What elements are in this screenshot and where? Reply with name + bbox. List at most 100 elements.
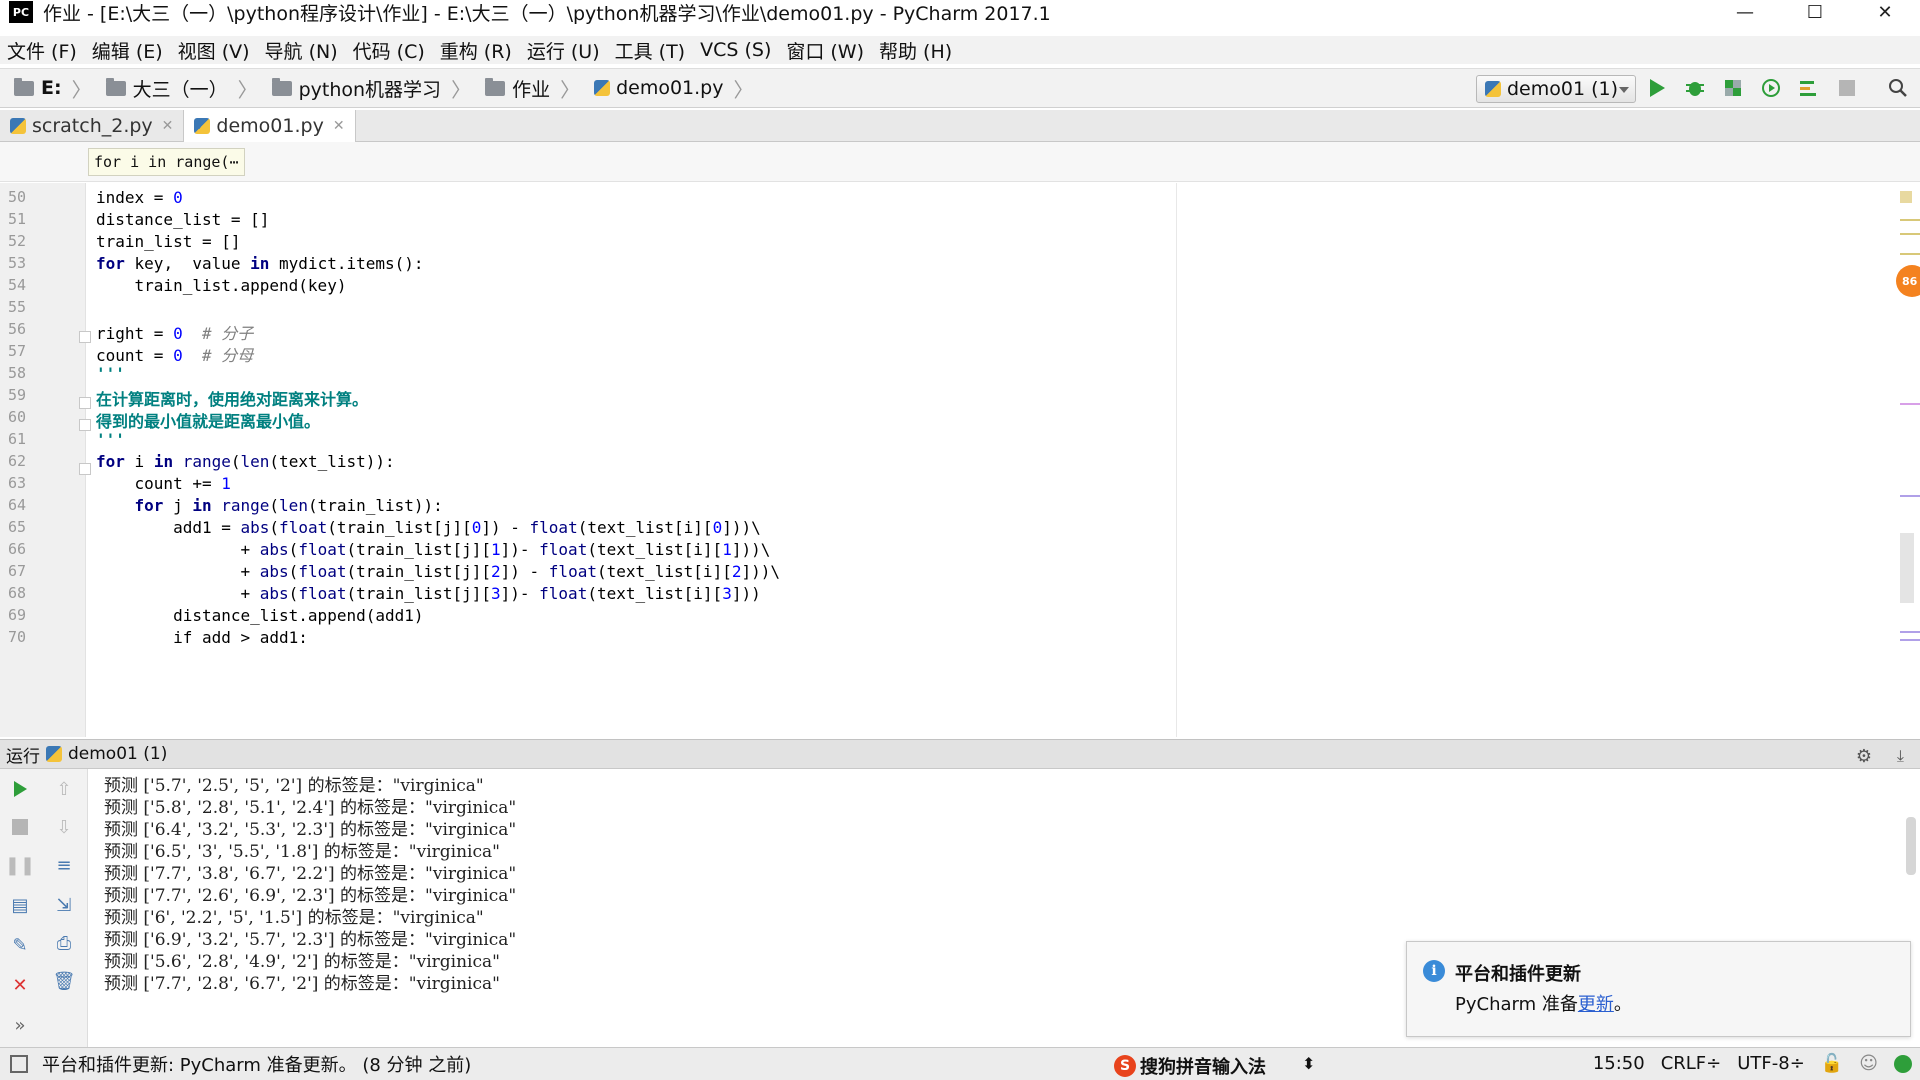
breadcrumb-drive[interactable]: E: 〉 bbox=[14, 74, 92, 103]
menu-navigate[interactable]: 导航 (N) bbox=[265, 37, 338, 64]
inspection-badge[interactable]: 86 bbox=[1896, 265, 1920, 297]
code-line: ''' bbox=[96, 364, 125, 383]
line-number: 69 bbox=[8, 606, 27, 624]
search-icon[interactable] bbox=[1888, 78, 1908, 98]
tool-windows-icon[interactable] bbox=[10, 1055, 28, 1073]
stripe-mark bbox=[1900, 219, 1920, 221]
close-run-icon[interactable]: ✕ bbox=[8, 973, 32, 997]
notification-text: PyCharm 准备 bbox=[1455, 994, 1578, 1015]
trash-icon[interactable]: 🗑 bbox=[52, 969, 76, 993]
status-bar: 平台和插件更新: PyCharm 准备更新。 (8 分钟 之前) S 搜狗拼音输… bbox=[0, 1047, 1920, 1080]
bug-icon bbox=[1686, 82, 1704, 96]
more-icon[interactable]: » bbox=[8, 1013, 32, 1037]
code-editor[interactable]: 50 51 52 53 54 55 56 57 58 59 60 61 62 6… bbox=[0, 183, 1920, 737]
breadcrumb-folder-ml[interactable]: python机器学习 〉 bbox=[271, 74, 471, 103]
menu-file[interactable]: 文件 (F) bbox=[7, 37, 77, 64]
encoding-widget[interactable]: UTF-8÷ bbox=[1737, 1053, 1805, 1074]
gear-icon[interactable]: ⚙ bbox=[1856, 746, 1872, 767]
concurrency-button[interactable] bbox=[1798, 77, 1820, 99]
fold-marker[interactable] bbox=[79, 397, 91, 409]
close-tab-icon[interactable]: ✕ bbox=[162, 118, 174, 134]
input-method-toggle-icon[interactable]: ⬍ bbox=[1302, 1054, 1315, 1073]
code-line: for i in range(len(text_list)): bbox=[96, 452, 395, 471]
menu-view[interactable]: 视图 (V) bbox=[178, 37, 250, 64]
run-with-coverage-button[interactable] bbox=[1722, 77, 1744, 99]
tab-scratch-2[interactable]: scratch_2.py ✕ bbox=[0, 110, 185, 142]
menu-vcs[interactable]: VCS (S) bbox=[700, 39, 771, 61]
breadcrumb-folder-junior[interactable]: 大三（一） 〉 bbox=[105, 74, 258, 103]
code-line: train_list.append(key) bbox=[96, 276, 347, 295]
line-separator-widget[interactable]: CRLF÷ bbox=[1661, 1053, 1722, 1074]
line-number: 60 bbox=[8, 408, 27, 426]
window-controls: — ☐ ✕ bbox=[1710, 0, 1920, 24]
console-scroll-thumb[interactable] bbox=[1906, 817, 1916, 875]
rerun-button[interactable] bbox=[8, 777, 32, 801]
menu-refactor[interactable]: 重构 (R) bbox=[440, 37, 512, 64]
breadcrumb-folder-homework[interactable]: 作业 〉 bbox=[485, 74, 580, 103]
debug-button[interactable] bbox=[1684, 77, 1706, 99]
profile-icon bbox=[1762, 79, 1780, 97]
run-button[interactable] bbox=[1646, 77, 1668, 99]
menu-run[interactable]: 运行 (U) bbox=[527, 37, 600, 64]
editor-tabs: scratch_2.py ✕ demo01.py ✕ bbox=[0, 110, 1920, 142]
stop-run-button[interactable] bbox=[8, 815, 32, 839]
hide-panel-icon[interactable]: ⤓ bbox=[1897, 746, 1904, 766]
update-notification: i 平台和插件更新 PyCharm 准备更新。 bbox=[1406, 941, 1911, 1037]
line-number: 52 bbox=[8, 232, 27, 250]
stop-icon bbox=[1839, 80, 1855, 96]
status-message[interactable]: 平台和插件更新: PyCharm 准备更新。 (8 分钟 之前) bbox=[42, 1051, 471, 1077]
down-arrow-icon[interactable]: ⇩ bbox=[52, 815, 76, 839]
print-icon[interactable]: ⎙ bbox=[52, 931, 76, 955]
python-file-icon bbox=[194, 118, 211, 134]
notification-body: PyCharm 准备更新。 bbox=[1455, 990, 1632, 1016]
line-number: 65 bbox=[8, 518, 27, 536]
menu-help[interactable]: 帮助 (H) bbox=[879, 37, 952, 64]
event-log-icon[interactable] bbox=[1894, 1054, 1912, 1073]
caret-position[interactable]: 15:50 bbox=[1593, 1053, 1645, 1074]
output-line: 预测 ['7.7', '2.8', '6.7', '2'] 的标签是："virg… bbox=[104, 974, 500, 994]
line-number: 56 bbox=[8, 320, 27, 338]
fold-marker[interactable] bbox=[79, 331, 91, 343]
stop-button[interactable] bbox=[1836, 77, 1858, 99]
maximize-button[interactable]: ☐ bbox=[1780, 0, 1850, 24]
menu-edit[interactable]: 编辑 (E) bbox=[92, 37, 163, 64]
profile-button[interactable] bbox=[1760, 77, 1782, 99]
chevron-right-icon: 〉 bbox=[237, 77, 258, 102]
soft-wrap-icon[interactable]: ≡ bbox=[52, 853, 76, 877]
play-icon bbox=[13, 781, 27, 797]
pause-icon[interactable]: ❚❚ bbox=[5, 853, 35, 877]
tab-demo01[interactable]: demo01.py ✕ bbox=[184, 110, 356, 142]
pin-icon[interactable]: ✎ bbox=[8, 933, 32, 957]
up-arrow-icon[interactable]: ⇧ bbox=[52, 777, 76, 801]
fold-marker[interactable] bbox=[79, 463, 91, 475]
code-line: count += 1 bbox=[96, 474, 231, 493]
code-line: 得到的最小值就是距离最小值。 bbox=[96, 412, 321, 431]
chevron-down-icon bbox=[1619, 87, 1629, 93]
update-link[interactable]: 更新 bbox=[1578, 994, 1614, 1015]
menu-window[interactable]: 窗口 (W) bbox=[786, 37, 864, 64]
menu-tools[interactable]: 工具 (T) bbox=[615, 37, 685, 64]
inspector-icon[interactable]: ☺ bbox=[1859, 1053, 1878, 1074]
fold-marker[interactable] bbox=[79, 419, 91, 431]
menu-code[interactable]: 代码 (C) bbox=[353, 37, 425, 64]
close-tab-icon[interactable]: ✕ bbox=[333, 118, 345, 134]
stripe-mark bbox=[1900, 403, 1920, 405]
editor-scroll-thumb[interactable] bbox=[1900, 533, 1914, 603]
minimize-button[interactable]: — bbox=[1710, 0, 1780, 24]
breadcrumb-file[interactable]: demo01.py 〉 bbox=[594, 74, 753, 103]
line-number: 61 bbox=[8, 430, 27, 448]
code-line: add1 = abs(float(train_list[j][0]) - flo… bbox=[96, 518, 761, 537]
scroll-to-end-icon[interactable]: ⇲ bbox=[52, 893, 76, 917]
tab-label: demo01.py bbox=[216, 115, 324, 137]
scope-hint[interactable]: for i in range(⋯ bbox=[88, 148, 245, 176]
lock-icon[interactable]: 🔓 bbox=[1821, 1053, 1843, 1074]
breadcrumb-label: E: bbox=[41, 77, 62, 99]
close-window-button[interactable]: ✕ bbox=[1850, 0, 1920, 24]
stripe-mark bbox=[1900, 253, 1920, 255]
input-method-label: 搜狗拼音输入法 bbox=[1140, 1057, 1266, 1078]
run-config-tab[interactable]: demo01 (1) bbox=[68, 744, 167, 764]
run-configuration-select[interactable]: demo01 (1) bbox=[1476, 75, 1636, 103]
input-method-indicator[interactable]: S 搜狗拼音输入法 bbox=[1114, 1053, 1266, 1079]
layout-icon[interactable]: ▤ bbox=[8, 893, 32, 917]
python-file-icon bbox=[594, 80, 611, 96]
